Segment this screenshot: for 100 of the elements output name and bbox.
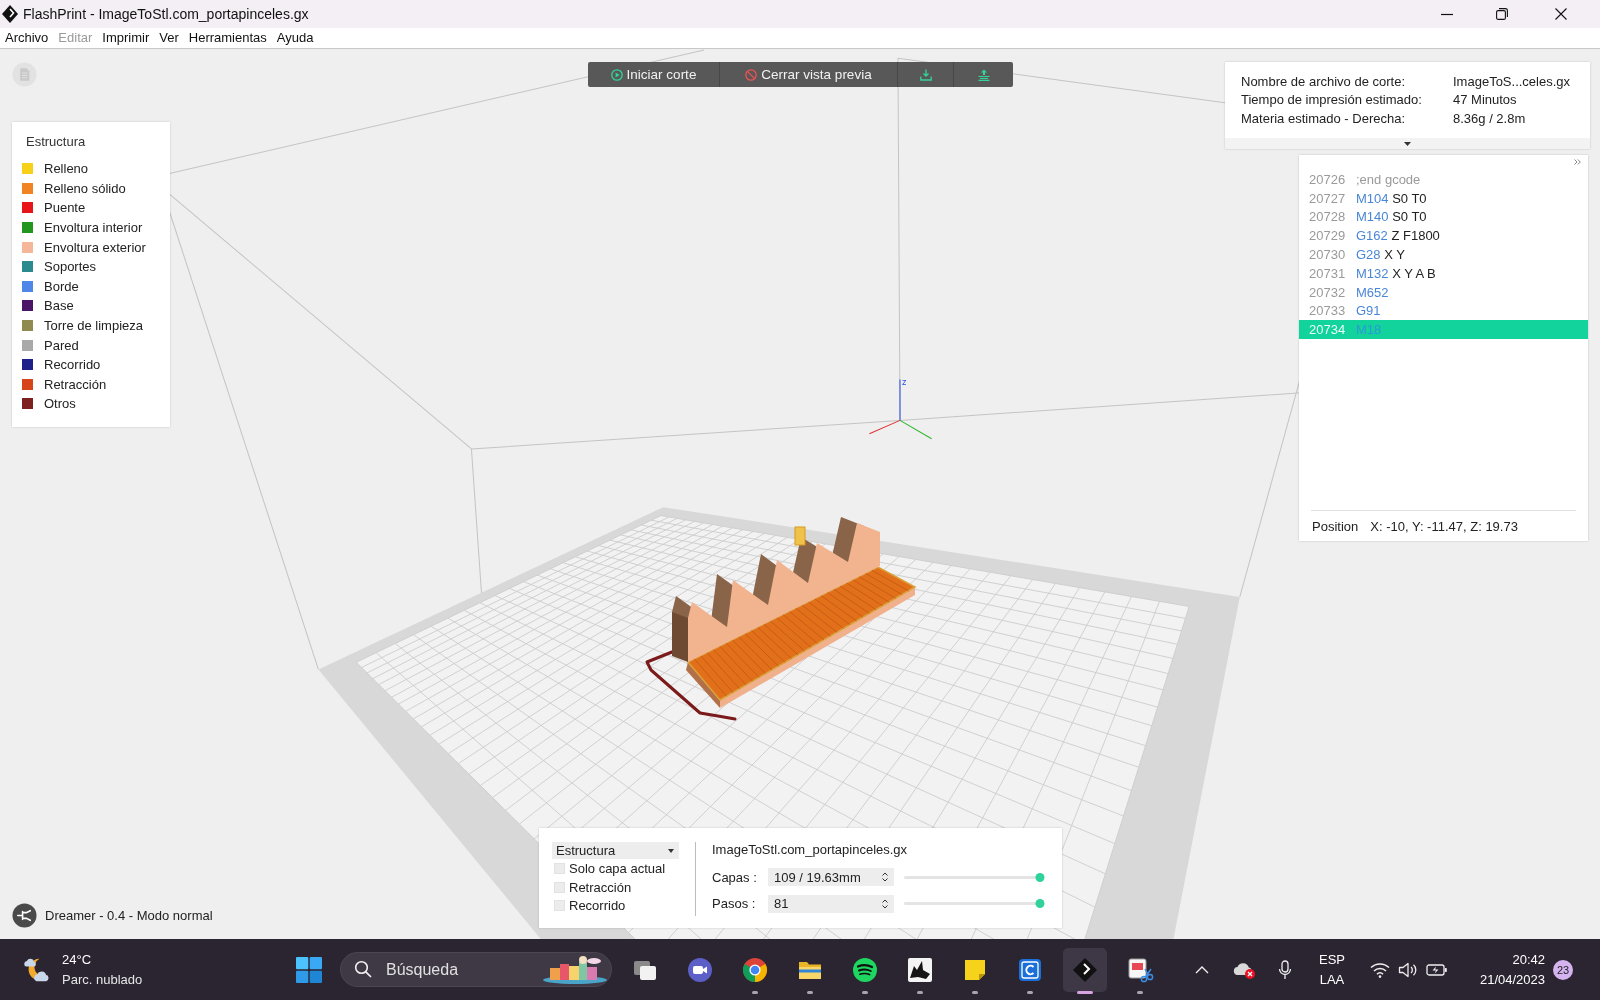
layers-upload-icon xyxy=(977,68,990,81)
gcode-line[interactable]: 20729 G162 Z F1800 xyxy=(1299,226,1588,246)
taskbar-button[interactable] xyxy=(1063,947,1107,992)
menu-item[interactable]: Archivo xyxy=(5,30,49,46)
spin-arrows-icon[interactable] xyxy=(882,872,888,883)
info-label: Nombre de archivo de corte: xyxy=(1241,73,1407,89)
caret-icon xyxy=(668,848,674,853)
silhouette-tile-icon xyxy=(906,955,934,984)
keyboard-layout[interactable]: LAA xyxy=(1319,969,1345,990)
menu-item[interactable]: Imprimir xyxy=(102,30,150,46)
menu-item[interactable]: Ayuda xyxy=(276,30,314,46)
speaker-icon[interactable] xyxy=(1398,961,1418,978)
view-mode-dropdown[interactable]: Estructura xyxy=(552,842,679,859)
weather-condition[interactable]: Parc. nublado xyxy=(62,969,143,990)
gcode-line[interactable]: 20732 M652 xyxy=(1299,282,1588,302)
line-number: 20727 xyxy=(1309,190,1347,206)
slider-label: Capas : xyxy=(712,869,758,885)
info-value: 8.36g / 2.8m xyxy=(1453,110,1526,126)
checkbox[interactable] xyxy=(554,881,565,893)
checkbox-label: Solo capa actual xyxy=(569,860,666,876)
gcode-text: M104 S0 T0 xyxy=(1356,190,1427,206)
gcode-text: M132 X Y A B xyxy=(1356,265,1436,281)
legend-label: Relleno xyxy=(44,161,89,177)
legend-label: Envoltura exterior xyxy=(44,239,146,255)
line-number: 20728 xyxy=(1309,209,1347,225)
gcode-text: ;end gcode xyxy=(1356,171,1421,187)
clock-time[interactable]: 20:42 xyxy=(1512,949,1545,970)
axis-gizmo xyxy=(868,379,933,440)
slider-label: Pasos : xyxy=(712,896,757,912)
checkbox[interactable] xyxy=(554,900,565,912)
legend-label: Recorrido xyxy=(44,357,101,373)
diamond-logo-icon xyxy=(2,5,18,23)
line-number: 20729 xyxy=(1309,228,1347,244)
line-number: 20726 xyxy=(1309,171,1347,187)
plug-icon[interactable] xyxy=(12,903,37,928)
menu-item[interactable]: Herramientas xyxy=(188,30,267,46)
line-number: 20731 xyxy=(1309,265,1347,281)
caret-icon[interactable] xyxy=(1404,141,1411,146)
start-slicing-button[interactable]: Iniciar corte xyxy=(588,62,720,87)
wifi-icon[interactable] xyxy=(1370,961,1390,978)
legend-title: Estructura xyxy=(26,134,86,150)
legend-label: Soportes xyxy=(44,259,97,275)
window-title: FlashPrint - ImageToStl.com_portapinceles.gx xyxy=(23,6,309,22)
legend-label: Envoltura interior xyxy=(44,220,143,236)
gcode-line[interactable]: 20728 M140 S0 T0 xyxy=(1299,207,1588,227)
gcode-text: G28 X Y xyxy=(1356,247,1405,263)
spin-arrows-icon[interactable] xyxy=(882,898,888,909)
clock-date[interactable]: 21/04/2023 xyxy=(1479,969,1545,990)
legend-label: Torre de limpieza xyxy=(44,318,143,334)
gcode-line[interactable]: 20733 G91 xyxy=(1299,301,1588,321)
printer-status: Dreamer - 0.4 - Modo normal xyxy=(45,908,213,923)
number-field[interactable]: 81 xyxy=(768,894,894,913)
town-illustration-icon xyxy=(542,954,608,984)
menu-item[interactable]: Ver xyxy=(159,30,179,46)
input-language[interactable]: ESP xyxy=(1319,949,1345,970)
gcode-text: G162 Z F1800 xyxy=(1356,228,1440,244)
legend-label: Otros xyxy=(44,396,76,412)
gcode-text: M18 xyxy=(1356,322,1382,338)
gcode-line[interactable]: 20727 M104 S0 T0 xyxy=(1299,188,1588,208)
weather-temperature[interactable]: 24°C xyxy=(62,949,92,970)
chevron-up-icon[interactable] xyxy=(1195,965,1209,974)
gcode-line[interactable]: 20731 M132 X Y A B xyxy=(1299,264,1588,283)
checkbox[interactable] xyxy=(554,862,565,874)
battery-icon[interactable] xyxy=(1426,962,1448,977)
info-value: 47 Minutos xyxy=(1453,92,1517,108)
legend-label: Pared xyxy=(44,337,79,353)
microphone-icon[interactable] xyxy=(1278,959,1292,980)
info-value: ImageToS...celes.gx xyxy=(1453,73,1571,89)
slider-thumb[interactable] xyxy=(1035,872,1045,882)
gcode-text: M140 S0 T0 xyxy=(1356,209,1427,225)
notification-badge[interactable]: 23 xyxy=(1553,959,1573,980)
checkbox-label: Recorrido xyxy=(569,898,626,914)
scissors-icon xyxy=(1126,955,1154,984)
info-label: Materia estimado - Derecha: xyxy=(1241,110,1406,126)
tricolor-ring-icon xyxy=(741,955,769,984)
video-camera-icon xyxy=(686,955,714,984)
waves-circle-icon xyxy=(851,955,879,984)
checkbox-label: Retracción xyxy=(569,879,632,895)
gcode-line[interactable]: 20730 G28 X Y xyxy=(1299,245,1588,264)
number-field[interactable]: 109 / 19.63mm xyxy=(768,868,894,887)
close-icon[interactable] xyxy=(1555,8,1567,20)
legend-label: Relleno sólido xyxy=(44,180,126,196)
axis-label: z xyxy=(902,376,907,387)
line-number: 20734 xyxy=(1309,322,1347,338)
play-icon xyxy=(610,68,623,81)
info-label: Tiempo de impresión estimado: xyxy=(1241,92,1423,108)
restore-icon[interactable] xyxy=(1496,8,1508,20)
line-number: 20732 xyxy=(1309,284,1347,300)
double-chevron-icon[interactable] xyxy=(1574,159,1581,165)
gcode-text: M652 xyxy=(1356,284,1389,300)
start-icon[interactable] xyxy=(296,956,322,983)
position-label: Position xyxy=(1312,518,1359,534)
close-preview-button[interactable]: Cerrar vista previa xyxy=(720,62,898,87)
legend-label: Borde xyxy=(44,278,79,294)
search-icon xyxy=(354,960,372,978)
line-number: 20730 xyxy=(1309,247,1347,263)
file-name: ImageToStl.com_portapinceles.gx xyxy=(712,842,908,858)
legend-label: Base xyxy=(44,298,74,314)
position-value: X: -10, Y: -11.47, Z: 19.73 xyxy=(1370,518,1518,534)
slider-thumb[interactable] xyxy=(1035,899,1045,909)
